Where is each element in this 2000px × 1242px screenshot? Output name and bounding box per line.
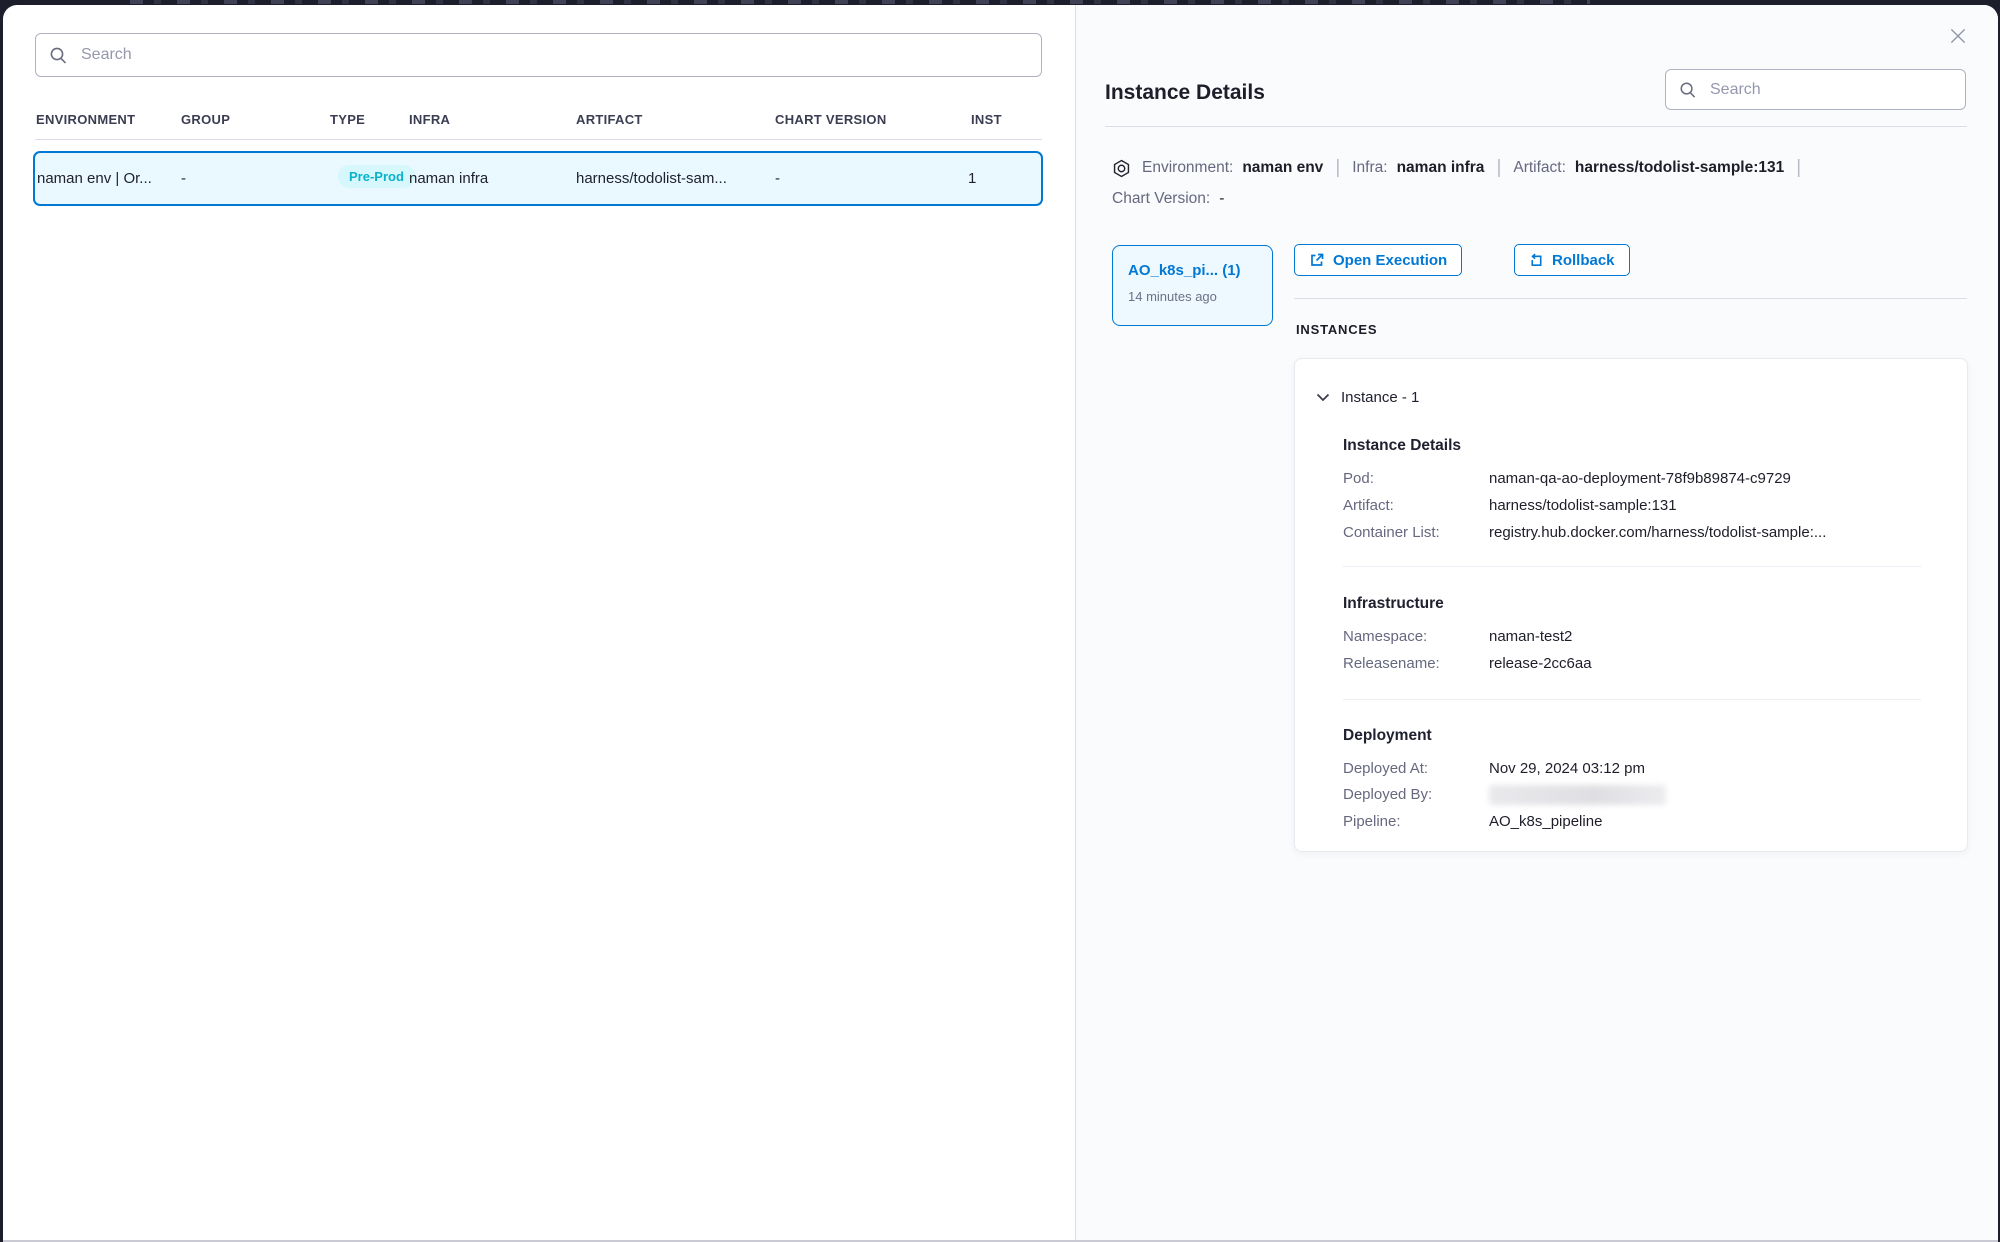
section-deployment: Deployment (1343, 725, 1432, 747)
deployed-by-redacted-value (1489, 785, 1666, 805)
chart-version-label: Chart Version: (1112, 190, 1210, 208)
instances-heading: INSTANCES (1296, 322, 1377, 337)
separator: | (1793, 157, 1804, 179)
execution-card[interactable]: AO_k8s_pi... (1) 14 minutes ago (1112, 245, 1273, 326)
environment-label: Environment: (1142, 159, 1233, 177)
pipeline-value: AO_k8s_pipeline (1489, 813, 1602, 830)
col-artifact: ARTIFACT (576, 112, 643, 127)
environment-value: naman env (1242, 159, 1323, 177)
pipeline-label: Pipeline: (1343, 813, 1401, 830)
section-infrastructure: Infrastructure (1343, 593, 1444, 615)
rollback-icon (1529, 253, 1544, 268)
row-infra: naman infra (409, 170, 488, 187)
section-instance-details: Instance Details (1343, 435, 1461, 457)
col-chart-version: CHART VERSION (775, 112, 887, 127)
instance-title: Instance - 1 (1341, 389, 1419, 406)
panel-title: Instance Details (1105, 81, 1265, 105)
panel-divider (1075, 5, 1076, 1242)
environment-icon (1112, 159, 1131, 178)
pod-label: Pod: (1343, 470, 1374, 487)
releasename-value: release-2cc6aa (1489, 655, 1592, 672)
row-inst-count: 1 (968, 170, 976, 187)
artifact-label: Artifact: (1513, 159, 1566, 177)
open-execution-button[interactable]: Open Execution (1294, 244, 1462, 276)
instances-search[interactable] (1665, 69, 1966, 110)
separator: | (1332, 157, 1343, 179)
header-divider (1105, 126, 1967, 127)
instance-card: Instance - 1 Instance Details Pod: naman… (1294, 358, 1968, 852)
open-execution-label: Open Execution (1333, 252, 1447, 269)
deployed-at-label: Deployed At: (1343, 760, 1428, 777)
col-infra: INFRA (409, 112, 450, 127)
infra-label: Infra: (1352, 159, 1387, 177)
cut-off-page-behind-modal (130, 0, 1590, 4)
artifact-value: harness/todolist-sample:131 (1489, 497, 1677, 514)
container-list-label: Container List: (1343, 524, 1440, 541)
search-icon (49, 46, 68, 65)
row-artifact: harness/todolist-sam... (576, 170, 727, 187)
deployment-summary: Environment: naman env | Infra: naman in… (1112, 154, 1922, 213)
row-group: - (181, 170, 186, 187)
rollback-label: Rollback (1552, 252, 1615, 269)
row-type-badge: Pre-Prod (338, 165, 415, 188)
chevron-down-icon (1316, 393, 1330, 402)
section-divider (1343, 566, 1921, 567)
namespace-value: naman-test2 (1489, 628, 1572, 645)
deployed-at-value: Nov 29, 2024 03:12 pm (1489, 760, 1645, 777)
environments-search[interactable] (35, 33, 1042, 77)
row-chart-version: - (775, 170, 780, 187)
releasename-label: Releasename: (1343, 655, 1440, 672)
chart-version-value: - (1219, 190, 1224, 208)
actions-divider (1294, 298, 1967, 299)
execution-time: 14 minutes ago (1128, 289, 1272, 304)
pod-value: naman-qa-ao-deployment-78f9b89874-c9729 (1489, 470, 1791, 487)
separator: | (1493, 157, 1504, 179)
instance-toggle[interactable]: Instance - 1 (1316, 386, 1419, 408)
row-environment: naman env | Or... (37, 170, 152, 187)
namespace-label: Namespace: (1343, 628, 1427, 645)
container-list-value: registry.hub.docker.com/harness/todolist… (1489, 524, 1826, 541)
col-type: TYPE (330, 112, 365, 127)
artifact-label: Artifact: (1343, 497, 1394, 514)
table-header-divider (35, 139, 1042, 140)
section-divider (1343, 699, 1921, 700)
col-group: GROUP (181, 112, 230, 127)
close-icon[interactable] (1942, 20, 1974, 52)
artifact-value: harness/todolist-sample:131 (1575, 159, 1784, 177)
rollback-button[interactable]: Rollback (1514, 244, 1630, 276)
environments-search-input[interactable] (79, 45, 1028, 65)
col-environment: ENVIRONMENT (36, 112, 135, 127)
col-inst: INST (971, 112, 1002, 127)
infra-value: naman infra (1397, 159, 1485, 177)
instances-search-input[interactable] (1708, 80, 1952, 100)
search-icon (1679, 81, 1697, 99)
screen: ENVIRONMENT GROUP TYPE INFRA ARTIFACT CH… (0, 0, 2000, 1242)
deployed-by-label: Deployed By: (1343, 786, 1432, 803)
execution-name: AO_k8s_pi... (1) (1128, 262, 1272, 279)
external-link-icon (1309, 252, 1325, 268)
